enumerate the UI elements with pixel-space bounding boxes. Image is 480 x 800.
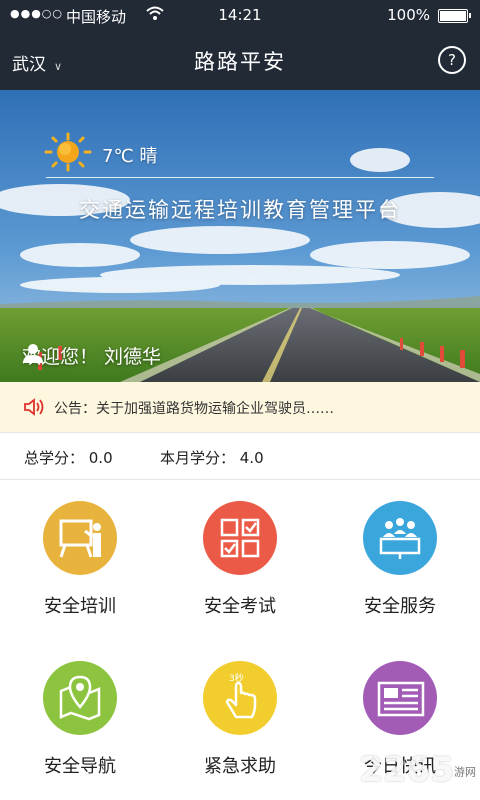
tap-hand-icon: 3秒 <box>203 661 277 735</box>
nav-bar: 武汉 ∨ 路路平安 ? <box>0 30 480 90</box>
presentation-icon <box>43 501 117 575</box>
menu-safety-exam[interactable]: 安全考试 <box>160 480 320 640</box>
monthly-credits: 本月学分： 4.0 <box>160 449 264 467</box>
announcement-text: 公告：关于加强道路货物运输企业驾驶员…… <box>54 401 334 417</box>
status-bar: ●●●○○ 中国移动 14:21 100% <box>0 0 480 30</box>
credit-summary: 总学分： 0.0 本月学分： 4.0 <box>0 432 480 480</box>
menu-label: 安全考试 <box>204 596 276 617</box>
hero-banner: 7℃ 晴 交通运输远程培训教育管理平台 欢迎您！ 刘德华 <box>0 90 480 382</box>
app-title: 路路平安 <box>194 50 286 74</box>
watermark-text: 2265 <box>359 750 454 790</box>
menu-label: 安全导航 <box>44 756 116 777</box>
weather-text: 7℃ 晴 <box>102 146 158 167</box>
platform-title: 交通运输远程培训教育管理平台 <box>79 198 401 222</box>
watermark-suffix: 游网 <box>454 765 476 779</box>
site-watermark: 2265游网 <box>359 750 476 790</box>
svg-text:3秒: 3秒 <box>229 672 244 684</box>
battery-percent: 100% <box>387 6 430 24</box>
help-icon[interactable]: ? <box>438 46 466 74</box>
announcement-bar[interactable]: 公告：关于加强道路货物运输企业驾驶员…… <box>0 382 480 432</box>
service-group-icon <box>363 501 437 575</box>
checklist-grid-icon <box>203 501 277 575</box>
welcome-message: 欢迎您！ 刘德华 <box>22 342 161 369</box>
sun-icon <box>44 132 92 172</box>
menu-label: 安全服务 <box>364 596 436 617</box>
speaker-icon <box>24 398 44 416</box>
menu-label: 紧急求助 <box>204 756 276 777</box>
menu-label: 安全培训 <box>44 596 116 617</box>
menu-safety-service[interactable]: 安全服务 <box>320 480 480 640</box>
newspaper-icon <box>363 661 437 735</box>
menu-emergency-help[interactable]: 3秒 紧急求助 <box>160 640 320 800</box>
menu-safety-training[interactable]: 安全培训 <box>0 480 160 640</box>
menu-safety-navigation[interactable]: 安全导航 <box>0 640 160 800</box>
weather-divider <box>46 177 434 178</box>
user-icon <box>23 344 43 363</box>
map-pin-icon <box>43 661 117 735</box>
battery-icon <box>438 9 471 23</box>
total-credits: 总学分： 0.0 <box>24 449 113 467</box>
